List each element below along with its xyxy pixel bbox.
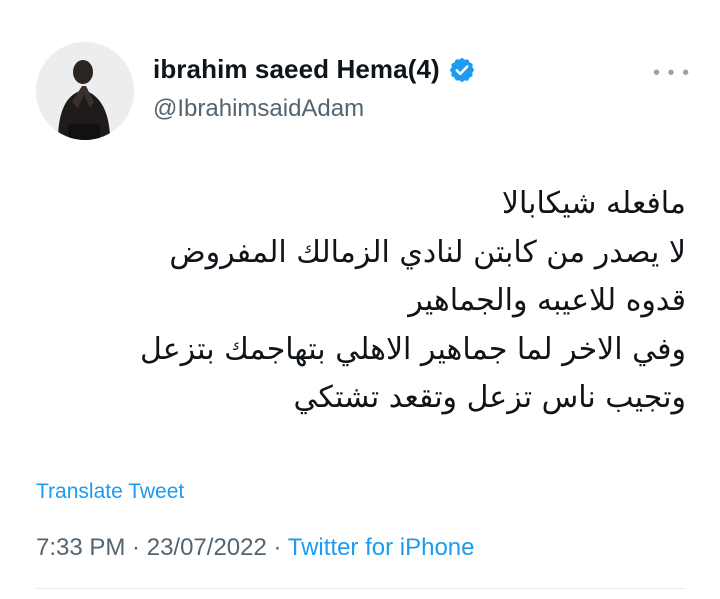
- tweet-line: وفي الاخر لما جماهير الاهلي بتهاجمك بتزع…: [140, 331, 686, 367]
- divider: [36, 588, 686, 589]
- tweet-metadata: 7:33 PM · 23/07/2022 · Twitter for iPhon…: [36, 534, 475, 562]
- tweet-line: وتجيب ناس تزعل وتقعد تشتكي: [293, 380, 686, 415]
- person-praying-avatar-icon: [36, 42, 134, 140]
- tweet-card: ibrahim saeed Hema(4) @IbrahimsaidAdam •…: [0, 0, 720, 599]
- tweet-time[interactable]: 7:33 PM: [36, 534, 125, 561]
- tweet-line: مافعله شيكابالا: [501, 186, 686, 221]
- tweet-text: مافعله شيكابالا لا يصدر من كابتن لنادي ا…: [46, 180, 686, 423]
- translate-tweet-link[interactable]: Translate Tweet: [36, 480, 184, 504]
- tweet-source-link[interactable]: Twitter for iPhone: [288, 534, 475, 561]
- meta-separator: ·: [125, 534, 147, 561]
- avatar[interactable]: [36, 42, 134, 140]
- tweet-line: قدوه للاعيبه والجماهير: [408, 283, 686, 318]
- tweet-date[interactable]: 23/07/2022: [147, 534, 267, 561]
- author-name-row: ibrahim saeed Hema(4): [153, 54, 476, 85]
- meta-separator: ·: [266, 534, 288, 561]
- author-handle[interactable]: @IbrahimsaidAdam: [153, 95, 364, 123]
- more-dots-icon[interactable]: • • •: [653, 62, 690, 85]
- verified-badge-icon: [448, 56, 476, 84]
- tweet-line: لا يصدر من كابتن لنادي الزمالك المفروض: [169, 234, 686, 270]
- author-display-name[interactable]: ibrahim saeed Hema(4): [153, 54, 440, 85]
